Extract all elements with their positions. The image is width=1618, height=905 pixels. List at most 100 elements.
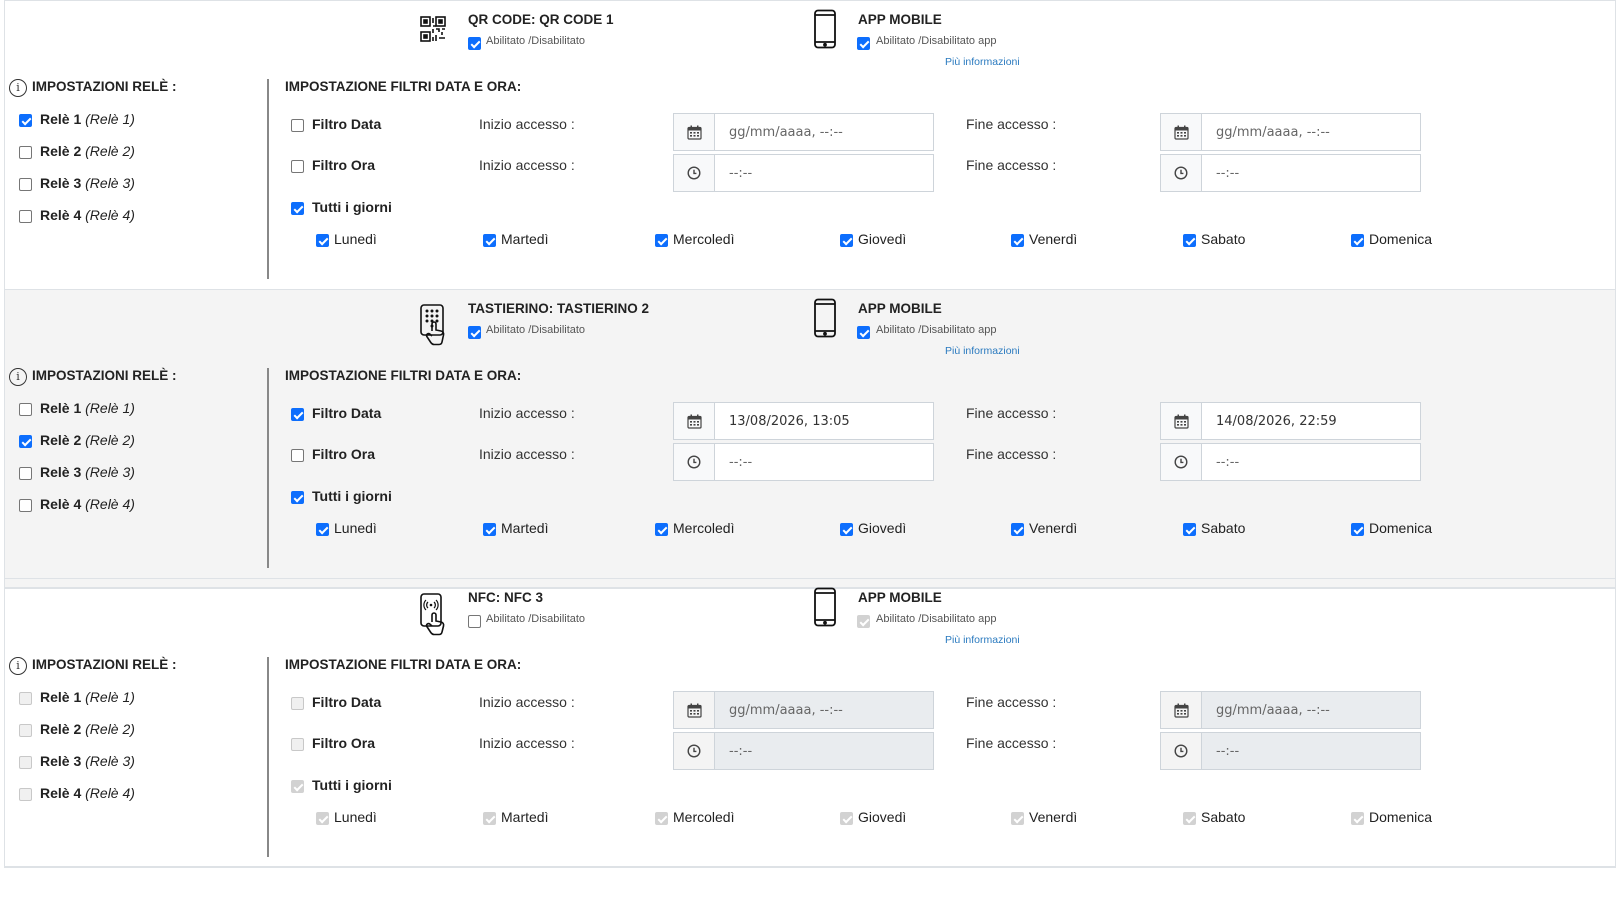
all-days-label: Tutti i giorni	[312, 199, 392, 215]
date-filter-checkbox[interactable]	[291, 697, 304, 710]
day-checkbox[interactable]	[840, 523, 853, 536]
all-days-checkbox[interactable]	[291, 202, 304, 215]
date-start-input[interactable]: gg/mm/aaaa, --:--	[673, 113, 934, 151]
date-start-input-value[interactable]: gg/mm/aaaa, --:--	[715, 114, 933, 150]
app-enabled-checkbox[interactable]	[857, 326, 870, 339]
device-access-section: NFC: NFC 3 Abilitato /Disabilitato APP MOB…	[4, 578, 1616, 868]
day-checkbox[interactable]	[483, 523, 496, 536]
relay-label: Relè 1 (Relè 1)	[40, 689, 135, 705]
clock-icon	[674, 444, 715, 480]
calendar-icon	[674, 692, 715, 728]
relay-alias: (Relè 3)	[85, 753, 135, 769]
date-filter-checkbox[interactable]	[291, 408, 304, 421]
date-end-input-value[interactable]: 14/08/2026, 22:59	[1202, 403, 1420, 439]
time-filter-checkbox[interactable]	[291, 160, 304, 173]
date-end-input[interactable]: gg/mm/aaaa, --:--	[1160, 691, 1421, 729]
relay-checkbox[interactable]	[19, 692, 32, 705]
relay-name: Relè 2	[40, 721, 82, 737]
app-enabled-checkbox[interactable]	[857, 37, 870, 50]
relay-alias: (Relè 2)	[85, 432, 135, 448]
relay-checkbox[interactable]	[19, 724, 32, 737]
relay-checkbox[interactable]	[19, 788, 32, 801]
device-enabled-checkbox[interactable]	[468, 326, 481, 339]
day-checkbox[interactable]	[1011, 523, 1024, 536]
app-enabled-label: Abilitato /Disabilitato app	[876, 35, 997, 47]
app-enabled-checkbox[interactable]	[857, 615, 870, 628]
day-checkbox[interactable]	[840, 234, 853, 247]
relay-checkbox[interactable]	[19, 467, 32, 480]
date-filter-label: Filtro Data	[312, 694, 382, 710]
calendar-icon	[1161, 692, 1202, 728]
relay-checkbox[interactable]	[19, 435, 32, 448]
day-label: Mercoledì	[673, 231, 735, 247]
relay-name: Relè 1	[40, 400, 82, 416]
date-start-label: Inizio accesso :	[479, 116, 575, 132]
time-filter-checkbox[interactable]	[291, 738, 304, 751]
day-checkbox[interactable]	[1183, 234, 1196, 247]
time-start-input[interactable]: --:--	[673, 154, 934, 192]
day-checkbox[interactable]	[840, 812, 853, 825]
day-checkbox[interactable]	[316, 523, 329, 536]
day-checkbox[interactable]	[655, 234, 668, 247]
day-checkbox[interactable]	[655, 523, 668, 536]
day-checkbox[interactable]	[316, 234, 329, 247]
qr-code-icon	[419, 15, 447, 46]
relay-name: Relè 4	[40, 207, 82, 223]
device-title: TASTIERINO: TASTIERINO 2	[468, 301, 650, 316]
calendar-icon	[1161, 403, 1202, 439]
device-access-section: QR CODE: QR CODE 1 Abilitato /Disabilitat…	[4, 0, 1616, 300]
time-filter-checkbox[interactable]	[291, 449, 304, 462]
relay-checkbox[interactable]	[19, 499, 32, 512]
date-start-input[interactable]: gg/mm/aaaa, --:--	[673, 691, 934, 729]
date-start-input-value[interactable]: 13/08/2026, 13:05	[715, 403, 933, 439]
day-checkbox[interactable]	[1011, 812, 1024, 825]
relay-checkbox[interactable]	[19, 114, 32, 127]
date-end-input-value[interactable]: gg/mm/aaaa, --:--	[1202, 692, 1420, 728]
day-label: Giovedì	[858, 520, 907, 536]
day-checkbox[interactable]	[483, 812, 496, 825]
day-checkbox[interactable]	[1351, 234, 1364, 247]
day-checkbox[interactable]	[1183, 812, 1196, 825]
time-start-input[interactable]: --:--	[673, 732, 934, 770]
day-checkbox[interactable]	[1011, 234, 1024, 247]
date-end-input-value[interactable]: gg/mm/aaaa, --:--	[1202, 114, 1420, 150]
date-start-input-value[interactable]: gg/mm/aaaa, --:--	[715, 692, 933, 728]
more-info-link[interactable]: Più informazioni	[945, 345, 1020, 357]
device-enabled-checkbox[interactable]	[468, 37, 481, 50]
date-end-input[interactable]: gg/mm/aaaa, --:--	[1160, 113, 1421, 151]
time-end-input[interactable]: --:--	[1160, 154, 1421, 192]
nfc-tap-icon	[419, 593, 449, 640]
relay-checkbox[interactable]	[19, 178, 32, 191]
device-enabled-label: Abilitato /Disabilitato	[486, 613, 586, 625]
time-end-input-value[interactable]: --:--	[1202, 155, 1420, 191]
time-end-input-value[interactable]: --:--	[1202, 444, 1420, 480]
relay-checkbox[interactable]	[19, 403, 32, 416]
time-end-input[interactable]: --:--	[1160, 732, 1421, 770]
day-checkbox[interactable]	[483, 234, 496, 247]
all-days-checkbox[interactable]	[291, 780, 304, 793]
time-end-input-value[interactable]: --:--	[1202, 733, 1420, 769]
date-start-input[interactable]: 13/08/2026, 13:05	[673, 402, 934, 440]
time-start-input[interactable]: --:--	[673, 443, 934, 481]
time-end-input[interactable]: --:--	[1160, 443, 1421, 481]
day-checkbox[interactable]	[1351, 812, 1364, 825]
app-title: APP MOBILE	[858, 301, 942, 316]
time-start-input-value[interactable]: --:--	[715, 155, 933, 191]
day-checkbox[interactable]	[655, 812, 668, 825]
day-checkbox[interactable]	[1183, 523, 1196, 536]
time-start-input-value[interactable]: --:--	[715, 733, 933, 769]
date-end-input[interactable]: 14/08/2026, 22:59	[1160, 402, 1421, 440]
more-info-link[interactable]: Più informazioni	[945, 634, 1020, 646]
relay-alias: (Relè 3)	[85, 464, 135, 480]
device-enabled-label: Abilitato /Disabilitato	[486, 35, 586, 47]
date-filter-checkbox[interactable]	[291, 119, 304, 132]
all-days-checkbox[interactable]	[291, 491, 304, 504]
more-info-link[interactable]: Più informazioni	[945, 56, 1020, 68]
relay-checkbox[interactable]	[19, 146, 32, 159]
time-start-input-value[interactable]: --:--	[715, 444, 933, 480]
relay-checkbox[interactable]	[19, 756, 32, 769]
relay-checkbox[interactable]	[19, 210, 32, 223]
device-enabled-checkbox[interactable]	[468, 615, 481, 628]
day-checkbox[interactable]	[1351, 523, 1364, 536]
day-checkbox[interactable]	[316, 812, 329, 825]
